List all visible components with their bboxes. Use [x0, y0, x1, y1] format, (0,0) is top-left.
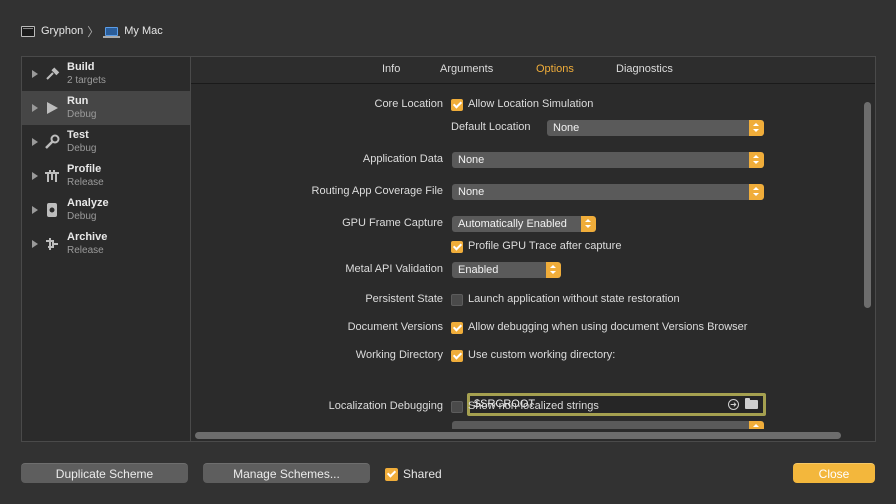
popup-arrows-icon [546, 262, 561, 278]
tab-options[interactable]: Options [536, 63, 574, 75]
shared-label: Shared [403, 467, 442, 481]
application-data-value: None [458, 154, 485, 166]
document-versions-checkbox-label: Allow debugging when using document Vers… [468, 321, 748, 333]
terminal-icon [21, 25, 35, 37]
hammer-icon [43, 65, 61, 83]
sidebar-item-build[interactable]: Build 2 targets [22, 57, 190, 91]
play-icon [43, 99, 61, 117]
chevron-right-icon: 〉 [87, 24, 100, 39]
popup-arrows-icon [749, 120, 764, 136]
popup-arrows-icon [749, 184, 764, 200]
scheme-options-panel: Info Arguments Options Diagnostics Core … [190, 56, 876, 442]
scheme-action-sidebar: Build 2 targets Run Debug Test Debug Pro… [21, 56, 190, 442]
disclosure-triangle-icon[interactable] [32, 240, 38, 248]
routing-file-label: Routing App Coverage File [311, 185, 443, 197]
popup-arrows-icon [581, 216, 596, 232]
routing-file-popup[interactable]: None [452, 184, 764, 200]
tab-diagnostics[interactable]: Diagnostics [616, 63, 673, 75]
sidebar-item-subtitle: 2 targets [67, 75, 106, 86]
wrench-icon [43, 133, 61, 151]
popup-arrows-icon [749, 152, 764, 168]
sidebar-item-subtitle: Debug [67, 109, 97, 120]
sidebar-item-subtitle: Release [67, 245, 104, 256]
sidebar-item-title: Test [67, 129, 89, 141]
shared-checkbox[interactable] [385, 467, 398, 481]
sidebar-item-title: Archive [67, 231, 108, 243]
persistent-state-label: Persistent State [365, 293, 443, 305]
document-versions-label: Document Versions [347, 321, 443, 333]
gpu-frame-capture-label: GPU Frame Capture [342, 217, 443, 229]
gpu-frame-capture-value: Automatically Enabled [458, 218, 567, 230]
manage-schemes-button[interactable]: Manage Schemes... [203, 463, 370, 483]
gpu-frame-capture-popup[interactable]: Automatically Enabled [452, 216, 596, 232]
tab-info[interactable]: Info [382, 63, 400, 75]
shared-toggle[interactable]: Shared [385, 467, 442, 481]
profile-gpu-trace-label: Profile GPU Trace after capture [468, 240, 622, 252]
persistent-state-checkbox-label: Launch application without state restora… [468, 293, 680, 305]
horizontal-scrollbar[interactable] [195, 432, 841, 439]
tab-bar: Info Arguments Options Diagnostics [191, 57, 875, 84]
metal-api-validation-label: Metal API Validation [345, 263, 443, 275]
localization-debugging-checkbox[interactable] [451, 401, 463, 413]
working-directory-checkbox-label: Use custom working directory: [468, 349, 616, 361]
sidebar-item-test[interactable]: Test Debug [22, 125, 190, 159]
persistent-state-checkbox[interactable] [451, 294, 463, 306]
instruments-icon [43, 167, 61, 185]
duplicate-scheme-button[interactable]: Duplicate Scheme [21, 463, 188, 483]
next-row-popup[interactable] [452, 421, 764, 429]
sidebar-item-title: Analyze [67, 197, 109, 209]
localization-debugging-label: Localization Debugging [328, 400, 443, 412]
working-directory-label: Working Directory [355, 349, 443, 361]
metal-api-validation-value: Enabled [458, 264, 499, 276]
sidebar-item-title: Build [67, 61, 95, 73]
archive-icon [43, 235, 61, 253]
breadcrumb-project[interactable]: Gryphon [41, 25, 83, 37]
sidebar-item-title: Profile [67, 163, 102, 175]
folder-icon[interactable] [745, 398, 758, 409]
vertical-scrollbar[interactable] [864, 102, 871, 308]
sidebar-item-subtitle: Release [67, 177, 104, 188]
arrow-right-circle-icon[interactable]: ➜ [728, 399, 739, 410]
mac-icon [103, 26, 121, 38]
breadcrumb-destination[interactable]: My Mac [124, 25, 163, 37]
localization-debugging-checkbox-label: Show non-localized strings [468, 400, 599, 412]
analyze-icon [43, 201, 61, 219]
application-data-popup[interactable]: None [452, 152, 764, 168]
working-directory-checkbox[interactable] [451, 350, 463, 362]
sidebar-item-archive[interactable]: Archive Release [22, 227, 190, 261]
default-location-value: None [553, 122, 580, 134]
sidebar-item-run[interactable]: Run Debug [22, 91, 190, 125]
sidebar-item-analyze[interactable]: Analyze Debug [22, 193, 190, 227]
disclosure-triangle-icon[interactable] [32, 104, 38, 112]
sidebar-item-subtitle: Debug [67, 143, 97, 154]
application-data-label: Application Data [362, 153, 443, 165]
document-versions-checkbox[interactable] [451, 322, 463, 334]
sidebar-item-profile[interactable]: Profile Release [22, 159, 190, 193]
metal-api-validation-popup[interactable]: Enabled [452, 262, 561, 278]
profile-gpu-trace-checkbox[interactable] [451, 241, 463, 253]
default-location-popup[interactable]: None [547, 120, 764, 136]
disclosure-triangle-icon[interactable] [32, 138, 38, 146]
disclosure-triangle-icon[interactable] [32, 206, 38, 214]
core-location-label: Core Location [374, 98, 444, 110]
allow-location-simulation-label: Allow Location Simulation [468, 98, 594, 110]
disclosure-triangle-icon[interactable] [32, 70, 38, 78]
routing-file-value: None [458, 186, 485, 198]
options-content: Core Location Allow Location Simulation … [191, 85, 875, 429]
sidebar-item-title: Run [67, 95, 89, 107]
sidebar-item-subtitle: Debug [67, 211, 97, 222]
disclosure-triangle-icon[interactable] [32, 172, 38, 180]
tab-arguments[interactable]: Arguments [440, 63, 493, 75]
close-button[interactable]: Close [793, 463, 875, 483]
default-location-label: Default Location [451, 121, 531, 133]
allow-location-simulation-checkbox[interactable] [451, 99, 463, 111]
popup-arrows-icon [749, 421, 764, 429]
breadcrumb: Gryphon 〉 My Mac [21, 24, 163, 39]
